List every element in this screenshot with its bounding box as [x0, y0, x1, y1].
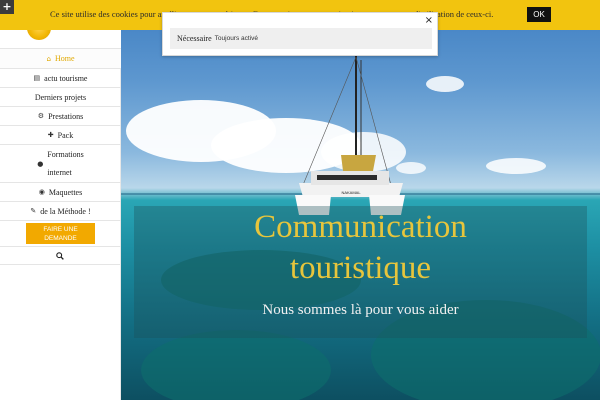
hero-title-line-2: touristique — [289, 250, 432, 286]
sidebar-item-methode[interactable]: ✎ de la Méthode ! — [0, 202, 121, 221]
sidebar-item-label: Maquettes — [48, 187, 83, 197]
sidebar-item-maquettes[interactable]: ◉ Maquettes — [0, 183, 121, 202]
gears-icon: ⚙ — [37, 112, 45, 120]
eye-icon: ◉ — [38, 188, 45, 196]
cloud — [426, 76, 464, 92]
cloud — [486, 158, 546, 174]
circle-icon: ● — [37, 159, 44, 168]
sidebar-item-actu-tourisme[interactable]: ▤ actu tourisme — [0, 69, 121, 88]
search-button[interactable] — [0, 247, 120, 265]
sidebar-item-home[interactable]: ⌂ Home — [0, 48, 121, 69]
sidebar-item-label: internet — [47, 167, 72, 177]
cookie-category-row[interactable]: Nécessaire Toujours activé — [170, 28, 432, 49]
hero-subtitle: Nous sommes là pour vous aider — [262, 302, 459, 318]
cta-label-line: DEMANDE — [44, 235, 77, 242]
home-icon: ⌂ — [46, 54, 51, 63]
cookie-category-label: Nécessaire — [177, 34, 212, 43]
sidebar-item-formations-internet[interactable]: ● Formations internet — [0, 145, 121, 183]
sidebar-item-label: de la Méthode ! — [40, 206, 91, 216]
catamaran: NAKAMAL — [295, 55, 405, 215]
boat-name: NAKAMAL — [341, 190, 361, 195]
sidebar-item-label: Formations — [47, 149, 84, 159]
cta-container: FAIRE UNE DEMANDE — [0, 221, 121, 247]
cta-label-line: FAIRE UNE — [43, 226, 78, 233]
sidebar-item-label: Pack — [57, 130, 74, 140]
edit-icon: ✎ — [30, 207, 37, 215]
faire-une-demande-button[interactable]: FAIRE UNE DEMANDE — [26, 223, 95, 244]
sidebar-item-label: Derniers projets — [34, 92, 87, 102]
sidebar-item-label: Prestations — [48, 111, 84, 121]
gift-icon: ✚ — [47, 131, 54, 139]
hero-title-line-1: Communication — [254, 209, 467, 245]
close-icon[interactable]: × — [425, 15, 433, 26]
sidebar-item-label: actu tourisme — [44, 73, 88, 83]
reef — [141, 330, 331, 400]
cookie-expand-button[interactable]: + — [0, 0, 14, 14]
cookie-settings-modal: × Nécessaire Toujours activé — [162, 12, 438, 56]
cookie-category-status: Toujours activé — [214, 35, 259, 42]
sidebar-item-prestations[interactable]: ⚙ Prestations — [0, 107, 121, 126]
cookie-ok-button[interactable]: OK — [527, 7, 551, 22]
search-icon — [56, 251, 64, 260]
sidebar-item-label: Home — [54, 54, 75, 63]
newspaper-icon: ▤ — [33, 74, 41, 82]
hero-banner: NAKAMAL Communication touristique Nous s… — [121, 0, 600, 400]
sidebar-item-pack[interactable]: ✚ Pack — [0, 126, 121, 145]
sidebar-nav: ⌂ Home ▤ actu tourisme Derniers projets … — [0, 48, 121, 400]
sidebar-item-derniers-projets[interactable]: Derniers projets — [0, 88, 121, 107]
